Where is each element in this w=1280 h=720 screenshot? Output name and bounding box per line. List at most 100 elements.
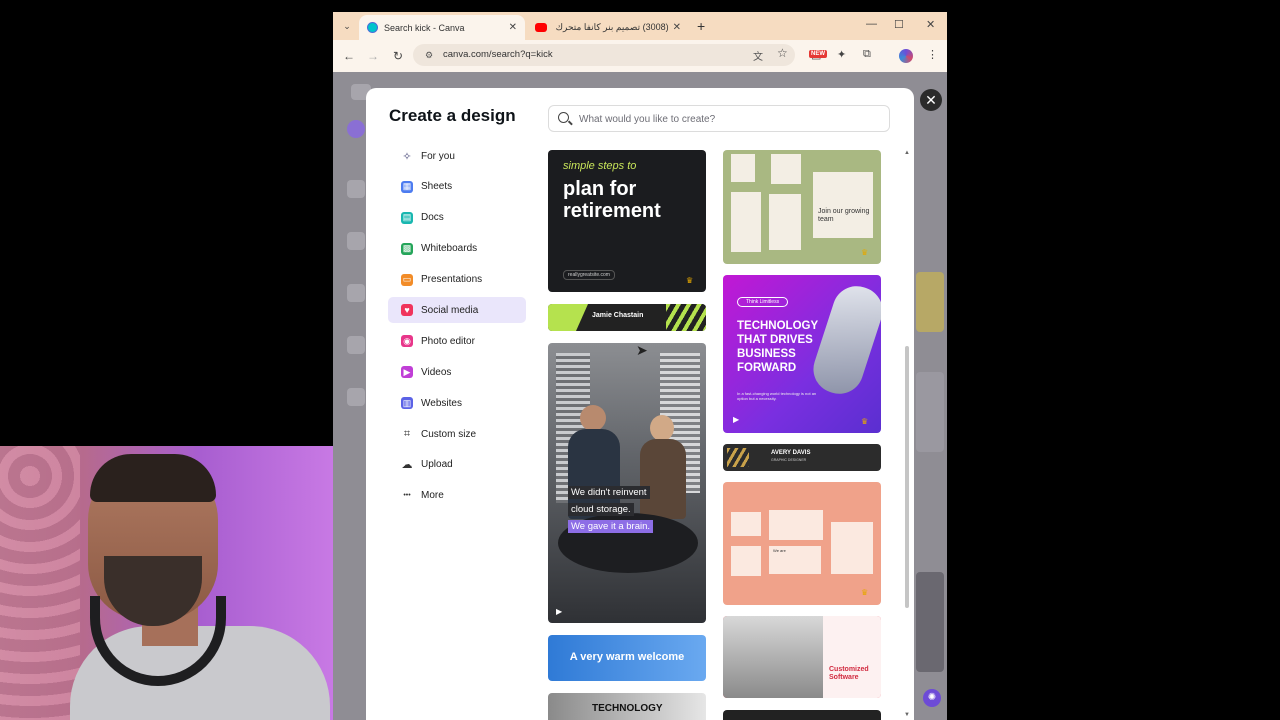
nav-item-more[interactable]: ••• More [388, 483, 526, 509]
camera-icon: ◉ [401, 335, 413, 348]
avery-role: GRAPHIC DESIGNER [771, 458, 807, 462]
nav-item-label: Custom size [421, 428, 477, 440]
tab-strip: ⌄ Search kick - Canva ✕ (3008) تصميم بنر… [333, 12, 947, 40]
paper-sheet [769, 194, 801, 250]
floral-curtain [0, 446, 80, 720]
template-card-technology[interactable]: Think Limitless TECHNOLOGY THAT DRIVES B… [723, 275, 881, 433]
template-card-customized-software[interactable]: Customized Software [723, 616, 881, 698]
template-card-peach-slides[interactable]: We are ♛ [723, 482, 881, 605]
nav-item-custom-size[interactable]: ⌗ Custom size [388, 421, 526, 447]
minimize-icon[interactable]: — [866, 18, 877, 30]
tab-canva-search[interactable]: Search kick - Canva ✕ [359, 15, 525, 40]
scroll-up-icon[interactable]: ▲ [904, 150, 910, 156]
mouse-pointer-icon: ➤ [636, 342, 648, 358]
tab-close-icon[interactable]: ✕ [673, 22, 681, 33]
address-bar[interactable]: ⚙ canva.com/search?q=kick [413, 44, 795, 66]
template-card-office-photo[interactable]: We didn't reinvent cloud storage. We gav… [548, 343, 706, 623]
bookmark-star-icon[interactable]: ☆ [777, 46, 788, 60]
paper-sheet [771, 154, 801, 184]
nav-item-docs[interactable]: ▤ Docs [388, 205, 526, 231]
nav-item-label: More [421, 490, 444, 502]
nav-item-photo-editor[interactable]: ◉ Photo editor [388, 328, 526, 354]
scroll-down-icon[interactable]: ▼ [904, 712, 910, 718]
person-head [650, 415, 674, 441]
create-design-modal: Create a design ✧ For you ▦ Sheets ▤ Docs ▩ Whi… [366, 88, 914, 720]
sheets-icon: ▦ [401, 180, 413, 193]
design-search-input[interactable] [577, 110, 881, 129]
tab-title: Search kick - Canva [384, 22, 465, 33]
docs-icon: ▤ [401, 211, 413, 224]
template-card-welcome[interactable]: A very warm welcome [548, 635, 706, 681]
modal-close-button[interactable]: ✕ [920, 89, 942, 111]
nav-item-sheets[interactable]: ▦ Sheets [388, 174, 526, 200]
bg-sidebar-item [347, 284, 365, 302]
retirement-heading-1: plan for [563, 178, 637, 200]
banner-accent [548, 304, 588, 331]
extensions-icon[interactable]: ⧉ [863, 48, 871, 61]
person-body [640, 439, 686, 519]
person-hair [90, 454, 216, 502]
retirement-heading-2: retirement [563, 200, 661, 222]
extension-puzzle-icon[interactable]: ✦ [837, 48, 846, 61]
text-panel [823, 616, 881, 698]
help-assistant-icon[interactable]: ✺ [923, 689, 941, 707]
tab-search-chevron-icon[interactable]: ⌄ [339, 19, 355, 33]
nav-item-videos[interactable]: ▶ Videos [388, 359, 526, 385]
paper-sheet [731, 192, 761, 252]
premium-crown-icon: ♛ [686, 276, 694, 285]
nav-item-label: Docs [421, 212, 444, 224]
sparkle-icon: ✧ [402, 150, 412, 163]
template-card-avery-banner[interactable]: AVERY DAVIS GRAPHIC DESIGNER [723, 444, 881, 471]
nav-item-whiteboards[interactable]: ▩ Whiteboards [388, 236, 526, 262]
template-card-jamie-banner[interactable]: Jamie Chastain [548, 304, 706, 331]
office-line-1: We didn't reinvent [568, 486, 650, 499]
slide-thumb [731, 546, 761, 576]
maximize-icon[interactable]: ☐ [894, 18, 904, 31]
back-arrow-icon[interactable]: ← [343, 49, 355, 63]
tab-close-icon[interactable]: ✕ [509, 22, 517, 33]
nav-item-presentations[interactable]: ▭ Presentations [388, 267, 526, 293]
template-card-retirement[interactable]: simple steps to plan for retirement real… [548, 150, 706, 292]
nav-item-upload[interactable]: ☁ Upload [388, 452, 526, 478]
design-type-nav: ✧ For you ▦ Sheets ▤ Docs ▩ Whiteboards ▭ Present… [388, 143, 526, 514]
browser-toolbar: ← → ↻ ⚙ canva.com/search?q=kick 文 ☆ ▣ NE… [333, 40, 947, 72]
nav-item-for-you[interactable]: ✧ For you [388, 143, 526, 169]
template-card-hiring[interactable]: Join our growing team ♛ [723, 150, 881, 264]
nav-item-label: Upload [421, 459, 453, 471]
tab-youtube[interactable]: (3008) تصميم بنر كانفا متحرك - - ✕ [527, 15, 689, 40]
reload-icon[interactable]: ↻ [393, 49, 403, 63]
retirement-footer: reallygreatsite.com [563, 270, 615, 280]
nav-item-websites[interactable]: ▥ Websites [388, 390, 526, 416]
scrollbar-thumb[interactable] [905, 346, 909, 608]
template-scrollbar[interactable]: ▲ ▼ [903, 150, 911, 720]
design-search-box[interactable] [548, 105, 890, 132]
translate-icon[interactable]: 文 [753, 48, 763, 63]
banner-name: Jamie Chastain [592, 312, 644, 319]
window-close-icon[interactable]: ✕ [926, 18, 935, 31]
site-info-icon[interactable]: ⚙ [425, 44, 433, 66]
slide-thumb [831, 522, 873, 574]
office-line-2: cloud storage. [568, 503, 634, 516]
tab-title: (3008) تصميم بنر كانفا متحرك - - [553, 22, 669, 32]
nav-item-label: Presentations [421, 274, 483, 286]
template-card-partial[interactable] [723, 710, 881, 720]
template-card-technology-bottom[interactable]: TECHNOLOGY [548, 693, 706, 720]
bg-tile [916, 372, 944, 452]
paper-sheet [813, 172, 873, 238]
nav-item-label: Whiteboards [421, 243, 478, 255]
forward-arrow-icon[interactable]: → [367, 49, 379, 63]
url-text: canva.com/search?q=kick [443, 49, 553, 60]
whiteboard-icon: ▩ [401, 242, 413, 255]
new-tab-plus-icon[interactable]: + [697, 18, 705, 34]
search-icon [558, 112, 569, 123]
heart-icon: ♥ [401, 304, 413, 317]
avery-name: AVERY DAVIS [771, 450, 811, 456]
premium-crown-icon: ♛ [861, 248, 869, 257]
tech-bottom-text: TECHNOLOGY [592, 703, 663, 714]
nav-item-social-media[interactable]: ♥ Social media [388, 297, 526, 324]
banner-stripes [666, 304, 706, 331]
canva-favicon-icon [367, 22, 378, 33]
profile-avatar[interactable] [899, 49, 913, 63]
hiring-headline: Join our growing team [818, 208, 870, 223]
browser-menu-icon[interactable]: ⋮ [927, 48, 938, 61]
